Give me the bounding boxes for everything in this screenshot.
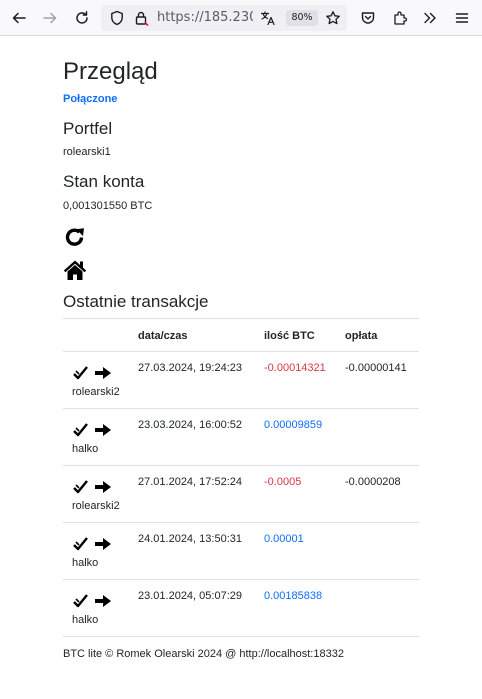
row-datetime: 24.01.2024, 13:50:31 [138,533,242,545]
row-datetime: 27.03.2024, 19:24:23 [138,362,242,374]
row-amount: -0.00014321 [264,362,326,374]
row-user: rolearski2 [72,386,120,398]
translate-icon[interactable] [256,6,280,30]
row-datetime: 23.01.2024, 05:07:29 [138,590,242,602]
row-icons [73,365,113,381]
row-user: halko [72,614,99,626]
refresh-icon[interactable] [63,226,87,248]
table-row: halko 23.03.2024, 16:00:52 0.00009859 [63,409,419,466]
header-datetime: data/czas [138,330,188,342]
lock-icon[interactable] [129,6,153,30]
arrow-right-icon [95,481,111,493]
pocket-icon[interactable] [356,6,380,30]
extensions-icon[interactable] [388,6,412,30]
row-amount: -0.0005 [264,476,302,488]
table-row: rolearski2 27.01.2024, 17:52:24 -0.0005 … [63,466,419,523]
url-bar[interactable]: https://185.230.2 80% [101,5,347,31]
row-fee: -0.00000141 [345,362,407,374]
arrow-right-icon [95,595,111,607]
check-icon [73,366,88,380]
header-amount: ilość BTC [264,330,315,342]
row-datetime: 27.01.2024, 17:52:24 [138,476,242,488]
row-amount: 0.00001 [264,533,304,545]
wallet-heading: Portfel [63,119,113,138]
check-icon [73,537,88,551]
table-row: rolearski2 27.03.2024, 19:24:23 -0.00014… [63,352,419,409]
url-text[interactable]: https://185.230.2 [157,10,253,26]
check-icon [73,480,88,494]
wallet-name: rolearski1 [63,146,111,158]
header-fee: opłata [345,330,378,342]
arrow-right-icon [95,424,111,436]
table-row: halko 24.01.2024, 13:50:31 0.00001 [63,523,419,580]
transactions-table: data/czas ilość BTC opłata rolearski2 27… [63,318,419,637]
transactions-heading: Ostatnie transakcje [63,292,209,311]
balance-heading: Stan konta [63,172,145,191]
row-icons [73,479,113,495]
shield-icon[interactable] [105,6,129,30]
menu-icon[interactable] [450,6,474,30]
row-user: halko [72,557,99,569]
overflow-icon[interactable] [418,6,442,30]
table-row: halko 23.01.2024, 05:07:29 0.00185838 [63,580,419,637]
row-icons [73,593,113,609]
home-icon[interactable] [63,259,87,281]
row-amount: 0.00185838 [264,590,323,602]
balance-value: 0,001301550 BTC [63,200,153,212]
row-user: rolearski2 [72,500,120,512]
connection-status: Połączone [63,93,118,105]
table-header: data/czas ilość BTC opłata [63,318,419,352]
check-icon [73,594,88,608]
check-icon [73,423,88,437]
row-icons [73,536,113,552]
back-icon[interactable] [7,6,31,30]
footer-text: BTC lite © Romek Olearski 2024 @ http://… [63,648,344,660]
zoom-level-badge[interactable]: 80% [286,10,318,26]
row-fee: -0.0000208 [345,476,401,488]
forward-icon[interactable] [38,6,62,30]
reload-icon[interactable] [70,6,94,30]
arrow-right-icon [95,538,111,550]
page-title: Przegląd [63,58,158,85]
arrow-right-icon [95,367,111,379]
row-icons [73,422,113,438]
row-user: halko [72,443,99,455]
star-icon[interactable] [321,6,345,30]
row-datetime: 23.03.2024, 16:00:52 [138,419,242,431]
row-amount: 0.00009859 [264,419,323,431]
browser-toolbar: https://185.230.2 80% [0,0,482,36]
